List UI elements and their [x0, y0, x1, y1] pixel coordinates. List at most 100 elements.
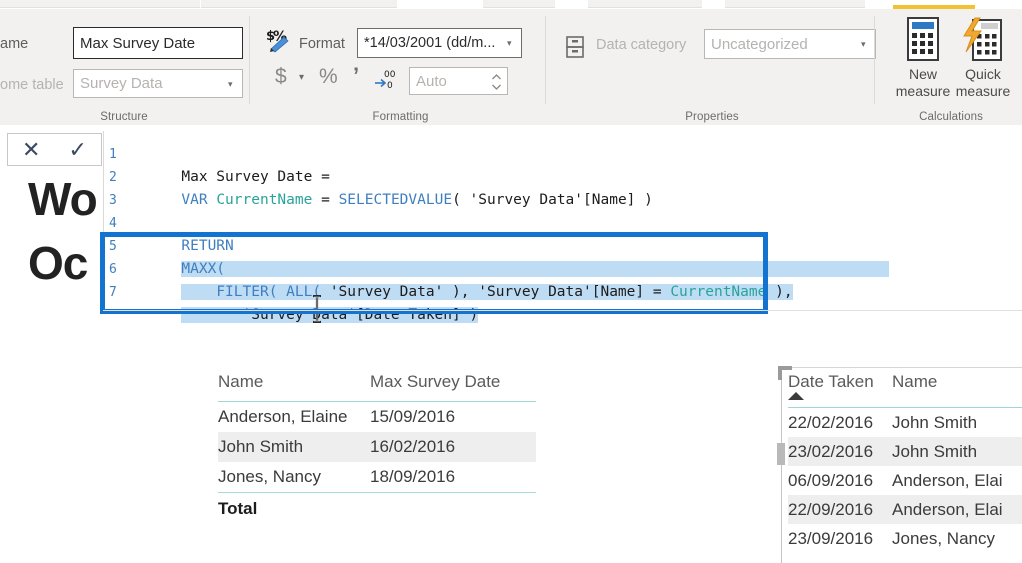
token-table-ref: 'Survey Data' [469, 192, 584, 208]
cell-name: Anderson, Elai [892, 499, 1003, 519]
line-number: 3 [109, 193, 117, 208]
cell-name: Jones, Nancy [892, 528, 995, 548]
token-eq: = [644, 284, 671, 300]
cell-name: John Smith [892, 441, 978, 461]
quick-measure-label-1: Quick [965, 66, 1001, 82]
table-total-row: Total [218, 493, 536, 523]
visual-top-border [792, 367, 1022, 368]
formula-commit-buttons: ✕ ✓ [7, 133, 102, 166]
chevron-down-icon: ▾ [228, 78, 233, 89]
cell-date-taken: 22/02/2016 [788, 412, 874, 432]
decimal-places-icon[interactable]: 00 0 [375, 67, 401, 91]
table-row[interactable]: 23/09/2016 Jones, Nancy [788, 524, 1022, 553]
token-variable-name: CurrentName [216, 192, 313, 208]
cell-date-taken: 22/09/2016 [788, 499, 874, 519]
token-selectedvalue: SELECTEDVALUE [338, 192, 453, 208]
table-row[interactable]: John Smith 16/02/2016 [218, 432, 536, 462]
dax-formula-editor[interactable]: 1 Max Survey Date = 2 VAR CurrentName = … [103, 131, 1022, 323]
table-header-row: Date Taken Name [788, 372, 1022, 400]
table-row[interactable]: Jones, Nancy 18/09/2016 [218, 462, 536, 492]
code-line-7: 'Survey Data'[Date Taken] ) [129, 281, 479, 323]
table-visual-measure-results[interactable]: Name Max Survey Date Anderson, Elaine 15… [218, 372, 536, 523]
chevron-down-icon: ▾ [861, 39, 866, 49]
format-label: Format [299, 36, 345, 52]
column-header-name[interactable]: Name [892, 372, 937, 392]
tab-segment[interactable] [725, 0, 865, 8]
table-row[interactable]: 22/09/2016 Anderson, Elai [788, 495, 1022, 524]
ribbon-group-structure: ame Max Survey Date ome table Survey Dat… [0, 9, 248, 125]
tab-segment[interactable] [0, 0, 200, 8]
tab-segment[interactable] [483, 0, 555, 8]
ribbon-group-properties: Data category Uncategorized ▾ Properties [552, 9, 876, 125]
cell-max-survey-date: 18/09/2016 [370, 467, 456, 486]
data-category-select[interactable]: Uncategorized ▾ [704, 29, 876, 59]
percent-button[interactable]: % [319, 65, 338, 89]
line-number: 7 [109, 285, 117, 300]
line-number: 6 [109, 262, 117, 277]
ribbon: ame Max Survey Date ome table Survey Dat… [0, 0, 1022, 125]
currency-chevron-down-icon[interactable]: ▾ [299, 73, 307, 83]
token-currentname-ref: CurrentName [670, 284, 767, 300]
group-divider [249, 16, 250, 104]
cell-date-taken: 23/02/2016 [788, 441, 874, 461]
code-line-5: MAXX( [129, 235, 889, 277]
cell-max-survey-date: 15/09/2016 [370, 407, 456, 426]
group-label-formatting: Formatting [372, 111, 429, 123]
home-table-select[interactable]: Survey Data ▾ [73, 69, 243, 98]
group-divider [874, 16, 875, 104]
cell-date-taken: 06/09/2016 [788, 470, 874, 490]
code-line-2: VAR CurrentName = SELECTEDVALUE( 'Survey… [129, 166, 653, 208]
home-table-label: ome table [0, 77, 64, 93]
checkmark-icon[interactable]: ✓ [69, 138, 87, 161]
line-number: 5 [109, 239, 117, 254]
table-row[interactable]: Anderson, Elaine 15/09/2016 [218, 402, 536, 432]
tab-segment[interactable] [201, 0, 397, 8]
text-cursor-ibeam-icon [310, 294, 324, 324]
token-close-2: ), [766, 284, 793, 300]
token-equals: = [312, 192, 339, 208]
code-line-4: RETURN [129, 212, 233, 254]
group-label-structure: Structure [100, 111, 148, 123]
token-name-col: [Name] [583, 192, 636, 208]
cell-name: Jones, Nancy [218, 467, 321, 486]
table-row[interactable]: 23/02/2016 John Smith [788, 437, 1022, 466]
cancel-icon[interactable]: ✕ [22, 138, 40, 161]
cell-max-survey-date: 16/02/2016 [370, 437, 456, 456]
code-line-1: Max Survey Date = [129, 143, 329, 185]
decimal-places-value: Auto [416, 72, 447, 90]
chevron-down-icon: ▾ [507, 38, 512, 48]
measure-name-label: ame [0, 36, 29, 52]
calculator-icon [904, 17, 942, 61]
sort-ascending-icon [788, 392, 804, 400]
group-label-properties: Properties [685, 111, 739, 123]
thousands-separator-button[interactable]: ’ [353, 63, 359, 89]
group-label-calculations: Calculations [919, 111, 983, 123]
table-row[interactable]: 22/02/2016 John Smith [788, 408, 1022, 437]
data-category-label: Data category [596, 37, 687, 53]
table-visual-survey-data[interactable]: Date Taken Name 22/02/2016 John Smith 23… [788, 372, 1022, 553]
visual-resize-handle[interactable] [777, 443, 785, 465]
decimal-places-input[interactable]: Auto [409, 67, 508, 95]
format-select[interactable]: *14/03/2001 (dd/m... ▾ [357, 28, 522, 58]
svg-text:00: 00 [384, 70, 396, 80]
spinner-up-down-icon[interactable] [491, 72, 502, 94]
group-divider [545, 16, 546, 104]
line-number: 4 [109, 216, 117, 231]
token-var-keyword: VAR [181, 192, 208, 208]
column-header-date-taken[interactable]: Date Taken [788, 372, 892, 392]
code-line-6: FILTER( ALL( 'Survey Data' ), 'Survey Da… [129, 258, 793, 300]
measure-name-input[interactable]: Max Survey Date [73, 27, 243, 59]
token-close-paren: ) [635, 192, 653, 208]
token-table-ref-3: 'Survey Data' [478, 284, 592, 300]
cell-name: Anderson, Elai [892, 470, 1003, 490]
quick-measure-button[interactable]: Quick measure [946, 17, 1020, 100]
line-number: 2 [109, 170, 117, 185]
tab-segment[interactable] [588, 0, 702, 8]
currency-button[interactable]: $ [275, 65, 287, 89]
cell-name: Anderson, Elaine [218, 407, 348, 426]
ribbon-tab-strip [0, 0, 1022, 9]
column-header-max-survey-date[interactable]: Max Survey Date [370, 372, 500, 392]
measure-name-value: Max Survey Date [80, 34, 196, 52]
column-header-name[interactable]: Name [218, 372, 370, 392]
table-row[interactable]: 06/09/2016 Anderson, Elai [788, 466, 1022, 495]
